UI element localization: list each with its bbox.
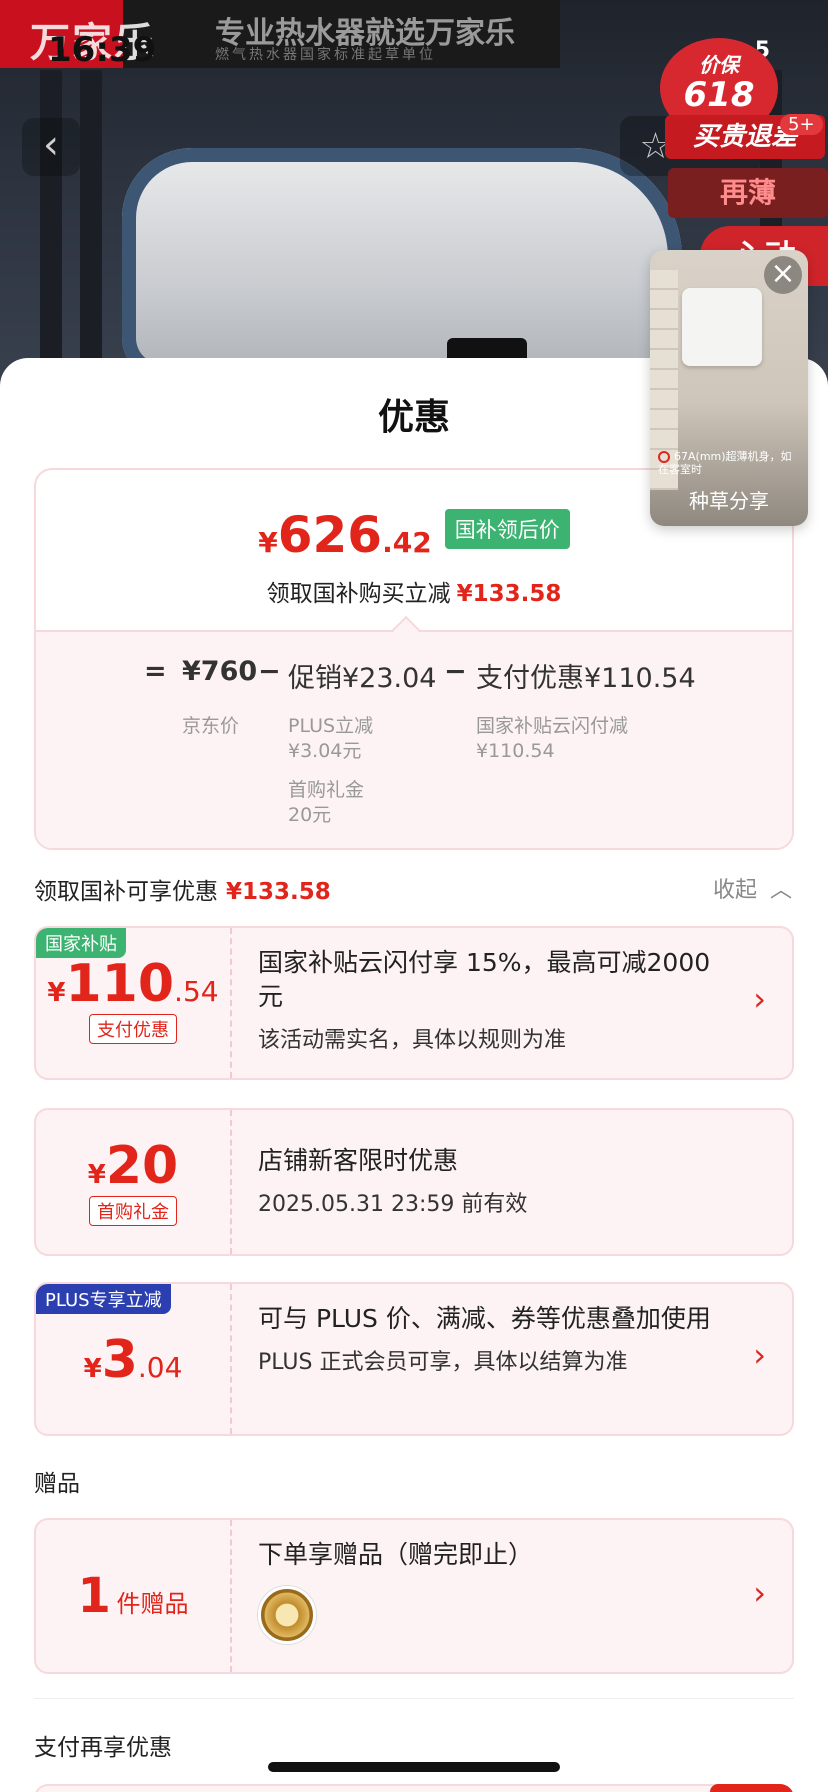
water-heater-image [122, 148, 682, 378]
gift-count: 1 件赠品 [36, 1568, 230, 1624]
save-amount: ¥133.58 [456, 581, 562, 607]
coupon-amount: ¥110.54 [36, 954, 230, 1014]
coupon-amount-area: ¥20 首购礼金 [36, 1110, 232, 1254]
promo-thin: 再薄 [668, 168, 828, 218]
video-caption-text: 67A(mm)超薄机身，如在客室时 [658, 450, 792, 476]
subsidy-pay-label: 国家补贴云闪付减 ¥110.54 [476, 714, 628, 764]
chevron-right-icon: › [753, 980, 766, 1018]
currency-symbol: ¥ [258, 526, 278, 559]
minus-sign: − [444, 656, 467, 687]
subsidy-pay-value: ¥110.54 [476, 740, 555, 762]
first-gift-label: 首购礼金 20元 [288, 778, 364, 828]
section-amount: ¥133.58 [226, 879, 331, 905]
home-indicator[interactable] [268, 1762, 560, 1772]
price-decimal: .42 [382, 526, 432, 559]
video-label: 种草分享 [689, 489, 769, 513]
coupon-corner-tag: 国家补贴 [36, 928, 126, 958]
pay-offer-tag [710, 1784, 794, 1792]
coupon-type-tag: 支付优惠 [89, 1014, 177, 1044]
first-gift-value: 20元 [288, 804, 332, 826]
promo-price-protect: 价保 [699, 53, 739, 77]
coupon-currency: ¥ [47, 978, 66, 1008]
brand-slogan-sub: 燃气热水器国家标准起草单位 [215, 47, 436, 63]
cart-count-badge: 5+ [780, 114, 823, 135]
coupon-dec: .54 [174, 975, 219, 1008]
coupon-amount: ¥20 [36, 1136, 230, 1196]
coupon-title: 可与 PLUS 价、满减、券等优惠叠加使用 [258, 1304, 711, 1333]
collapse-label: 收起 [712, 878, 757, 903]
chevron-right-icon: › [753, 1336, 766, 1374]
coupon-corner-tag: PLUS专享立减 [36, 1284, 171, 1314]
payment-discount: 支付优惠¥110.54 [476, 663, 696, 694]
gift-card[interactable]: 1 件赠品 下单享赠品（赠完即止） › [34, 1518, 794, 1674]
coupon-title: 店铺新客限时优惠 [258, 1146, 459, 1175]
coupon-national-subsidy[interactable]: ¥110.54 支付优惠 国家补贴 国家补贴云闪付享 15%，最高可减2000 … [34, 926, 794, 1080]
price-integer: 626 [277, 506, 383, 564]
coupon-int: 20 [105, 1136, 179, 1196]
coupon-amount: ¥3.04 [36, 1330, 230, 1390]
save-line: 领取国补购买立减 ¥133.58 [36, 574, 792, 608]
gift-title: 下单享赠品（赠完即止） [258, 1540, 534, 1569]
plus-discount-label: PLUS立减 ¥3.04元 [288, 714, 373, 764]
section-title-text: 领取国补可享优惠 [34, 879, 218, 905]
equals-sign: = [144, 656, 167, 687]
gift-count-unit: 件赠品 [116, 1590, 189, 1618]
promo-618: 618 [683, 75, 755, 115]
coupon-plus-discount[interactable]: ¥3.04 PLUS专享立减 可与 PLUS 价、满减、券等优惠叠加使用 PLU… [34, 1282, 794, 1436]
subsidy-section-title: 领取国补可享优惠 ¥133.58 [34, 872, 331, 906]
floating-video-card[interactable]: × 67A(mm)超薄机身，如在客室时 种草分享 [650, 250, 808, 526]
coupon-dec: .04 [137, 1351, 183, 1384]
save-text: 领取国补购买立减 [266, 581, 451, 607]
coupon-subtitle: 该活动需实名，具体以规则为准 [258, 1028, 567, 1053]
coupon-type-tag: 首购礼金 [89, 1196, 177, 1226]
first-gift-title: 首购礼金 [288, 779, 365, 801]
chevron-up-icon: ︿ [769, 878, 792, 903]
section-divider [34, 1698, 794, 1699]
base-price-label: 京东价 [182, 715, 240, 737]
close-icon[interactable]: × [764, 256, 802, 294]
coupon-body: 可与 PLUS 价、满减、券等优惠叠加使用 PLUS 正式会员可享，具体以结算为… [258, 1302, 732, 1376]
coupon-int: 3 [101, 1330, 138, 1390]
discount-sheet: 优惠 ¥626.42 国补领后价 领取国补购买立减 ¥133.58 = ¥760 … [0, 358, 828, 1792]
coupon-body: 店铺新客限时优惠 2025.05.31 23:59 前有效 [258, 1144, 732, 1218]
gift-count-area: 1 件赠品 [36, 1520, 232, 1672]
video-caption: 67A(mm)超薄机身，如在客室时 [658, 450, 798, 476]
coupon-currency: ¥ [87, 1160, 106, 1190]
coupon-subtitle: PLUS 正式会员可享，具体以结算为准 [258, 1350, 628, 1375]
gift-body: 下单享赠品（赠完即止） [258, 1538, 732, 1644]
back-button[interactable]: ‹ [22, 118, 80, 176]
gift-thumbnail[interactable] [258, 1586, 316, 1644]
minus-sign: − [258, 656, 281, 687]
status-time: 16:39 [48, 30, 157, 70]
base-price: ¥760 [182, 656, 258, 687]
live-dot-icon [658, 451, 670, 463]
chevron-left-icon: ‹ [43, 122, 59, 168]
plus-discount-title: PLUS立减 [288, 715, 374, 737]
final-price: ¥626.42 [258, 506, 431, 564]
coupon-subtitle: 2025.05.31 23:59 前有效 [258, 1192, 528, 1217]
coupon-body: 国家补贴云闪付享 15%，最高可减2000 元 该活动需实名，具体以规则为准 [258, 946, 732, 1054]
video-thumbnail-heater [682, 288, 762, 366]
coupon-title: 国家补贴云闪付享 15%，最高可减2000 元 [258, 948, 711, 1011]
coupon-currency: ¥ [83, 1354, 102, 1384]
coupon-int: 110 [65, 954, 175, 1014]
pay-offer-card[interactable] [34, 1784, 794, 1792]
gift-section-title: 赠品 [34, 1471, 80, 1497]
gift-count-number: 1 [77, 1568, 111, 1624]
subsidy-price-tag: 国补领后价 [444, 509, 570, 549]
plus-discount-value: ¥3.04元 [288, 740, 362, 762]
promo-amount: 促销¥23.04 [288, 663, 437, 694]
collapse-button[interactable]: 收起 ︿ [713, 872, 792, 904]
chevron-right-icon: › [753, 1574, 766, 1612]
subsidy-pay-title: 国家补贴云闪付减 [476, 715, 629, 737]
coupon-first-purchase[interactable]: ¥20 首购礼金 店铺新客限时优惠 2025.05.31 23:59 前有效 [34, 1108, 794, 1256]
pay-section-title: 支付再享优惠 [34, 1735, 172, 1761]
